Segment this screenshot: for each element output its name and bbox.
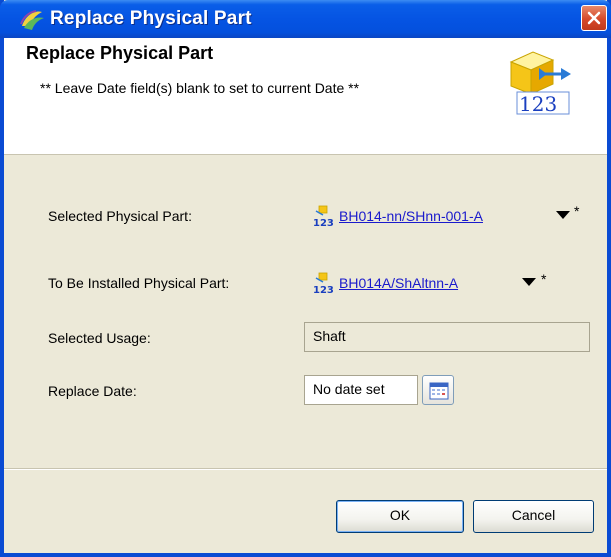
svg-text:123: 123 (313, 218, 334, 227)
cancel-button[interactable]: Cancel (473, 500, 594, 533)
chevron-down-icon[interactable] (556, 210, 570, 220)
button-bar-divider (4, 468, 607, 470)
calendar-button[interactable] (422, 375, 454, 405)
part-replace-icon: 123 (509, 51, 571, 116)
required-marker: * (574, 203, 580, 219)
selected-usage-field: Shaft (304, 322, 590, 352)
app-icon (20, 10, 44, 30)
selected-part-link[interactable]: BH014-nn/SHnn-001-A (339, 208, 483, 224)
chevron-down-icon[interactable] (522, 277, 536, 287)
replace-physical-part-dialog: Replace Physical Part Replace Physical P… (0, 0, 611, 557)
header-subtitle: ** Leave Date field(s) blank to set to c… (40, 80, 360, 96)
close-button[interactable] (581, 5, 607, 31)
svg-text:123: 123 (519, 92, 557, 116)
selected-part-label: Selected Physical Part: (48, 208, 192, 224)
replace-date-label: Replace Date: (48, 383, 137, 399)
calendar-icon (429, 382, 449, 400)
close-icon (587, 11, 601, 25)
ok-button[interactable]: OK (336, 500, 464, 533)
replace-date-field[interactable]: No date set (304, 375, 418, 405)
to-install-part-link[interactable]: BH014A/ShAltnn-A (339, 275, 458, 291)
physical-part-icon: 123 (313, 272, 334, 294)
selected-usage-label: Selected Usage: (48, 330, 151, 346)
to-install-part-label: To Be Installed Physical Part: (48, 275, 230, 291)
window-title: Replace Physical Part (50, 8, 252, 29)
physical-part-icon: 123 (313, 205, 334, 227)
required-marker: * (541, 271, 547, 287)
svg-text:123: 123 (313, 285, 334, 294)
title-bar[interactable]: Replace Physical Part (0, 0, 611, 38)
header-title: Replace Physical Part (26, 43, 214, 63)
